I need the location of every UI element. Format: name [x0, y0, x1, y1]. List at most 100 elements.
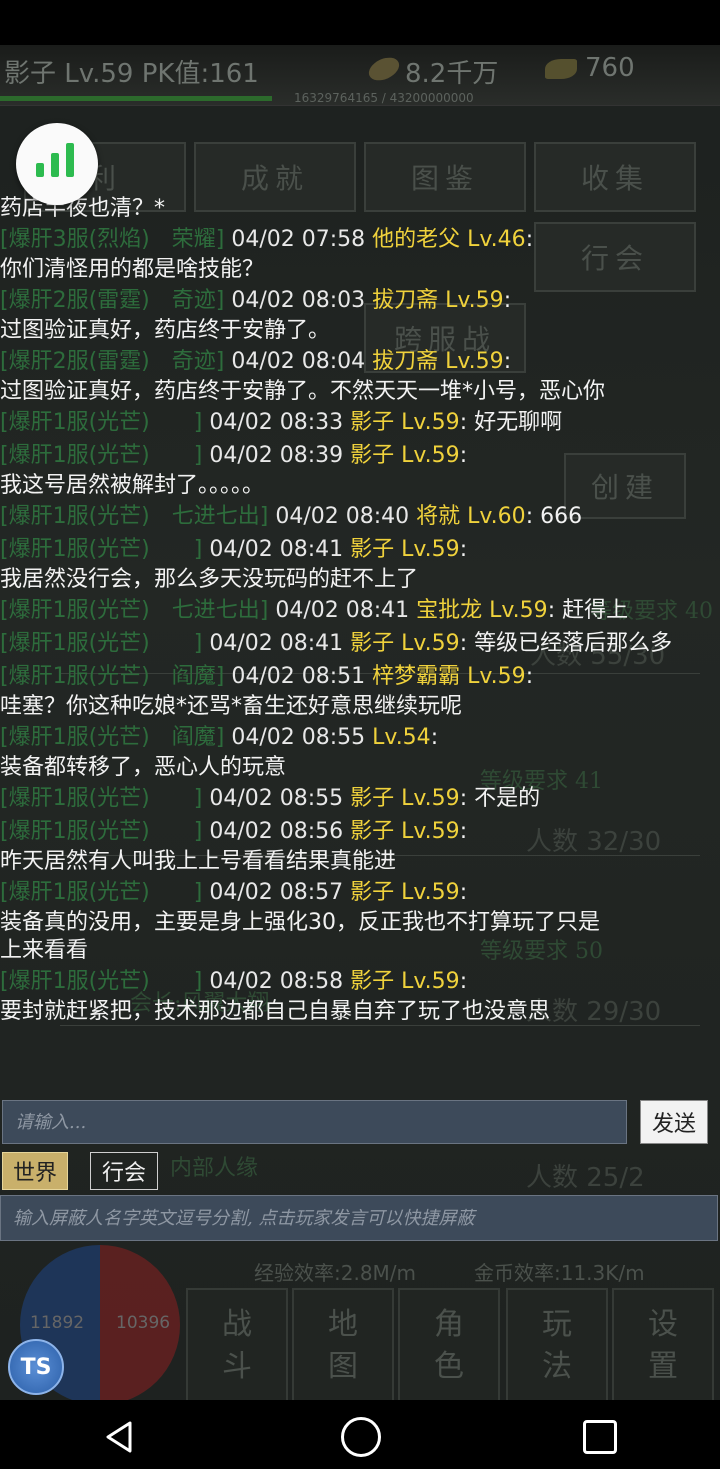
chat-message-header[interactable]: [爆肝1服(光芒) 阎魔] 04/02 08:51 梓梦霸霸 Lv.59: — [0, 660, 672, 693]
nav-label: 图 — [328, 1349, 358, 1384]
chat-message-header[interactable]: [爆肝1服(光芒) ] 04/02 08:57 影子 Lv.59: — [0, 876, 672, 909]
back-icon[interactable] — [104, 1420, 134, 1454]
tab-guild-chat[interactable]: 行会 — [90, 1152, 158, 1190]
chat-server-tag: [爆肝1服(光芒) ] — [0, 443, 203, 468]
chat-timestamp: 04/02 08:41 — [202, 537, 351, 562]
chat-message-header[interactable]: [爆肝1服(光芒) ] 04/02 08:41 影子 Lv.59: 等级已经落后… — [0, 627, 672, 660]
chat-player-name[interactable]: 他的老父 Lv.46 — [372, 227, 526, 252]
chat-player-name[interactable]: Lv.54 — [372, 725, 431, 750]
game-screen: 影子 Lv.59 PK值:161 8.2千万 760 16329764165 /… — [0, 45, 720, 1400]
chat-message-header[interactable]: [爆肝3服(烈焰) 荣耀] 04/02 07:58 他的老父 Lv.46: — [0, 223, 672, 256]
chat-server-tag: [爆肝1服(光芒) 七进七出] — [0, 598, 269, 623]
nav-label: 玩 — [542, 1307, 572, 1342]
chat-server-tag: [爆肝1服(光芒) ] — [0, 410, 203, 435]
nav-map-button[interactable]: 地 图 — [292, 1288, 394, 1400]
chat-input-row: 请输入... 发送 — [0, 1098, 720, 1150]
chat-message-text: 药店半夜也清？* — [0, 196, 166, 221]
chat-message-text: 过图验证真好，药店终于安静了。不然天天一堆*小号，恶心你 — [0, 379, 606, 404]
ingot-amount: 760 — [585, 53, 635, 83]
chat-player-name[interactable]: 影子 Lv.59 — [350, 880, 460, 905]
chat-player-name[interactable]: 拔刀斋 Lv.59 — [372, 349, 504, 374]
chat-message-text: 你们清怪用的都是啥技能？ — [0, 257, 265, 282]
chat-inline-text: : — [525, 664, 534, 689]
chat-server-tag: [爆肝2服(雷霆) 奇迹] — [0, 349, 225, 374]
nav-label: 设 — [648, 1307, 678, 1342]
hp-value: 11892 — [30, 1313, 85, 1333]
chat-message-header[interactable]: [爆肝1服(光芒) ] 04/02 08:55 影子 Lv.59: 不是的 — [0, 782, 672, 815]
nav-battle-button[interactable]: 战 斗 — [186, 1288, 288, 1400]
chat-inline-text: : 等级已经落后那么多 — [459, 631, 673, 656]
chat-message-text: 上来看看 — [0, 938, 89, 963]
chat-input[interactable]: 请输入... — [2, 1100, 627, 1144]
player-info: 影子 Lv.59 PK值:161 — [4, 59, 259, 89]
chat-message-header[interactable]: [爆肝1服(光芒) ] 04/02 08:58 影子 Lv.59: — [0, 965, 672, 998]
chat-inline-text: : — [459, 819, 468, 844]
block-input[interactable]: 输入屏蔽人名字英文逗号分割, 点击玩家发言可以快捷屏蔽 — [0, 1195, 718, 1241]
chat-timestamp: 04/02 08:33 — [202, 410, 351, 435]
chat-message-text: 哇塞？你这种吃娘*还骂*畜生还好意思继续玩呢 — [0, 694, 463, 719]
nav-label: 斗 — [222, 1349, 252, 1384]
chat-message-header[interactable]: [爆肝1服(光芒) ] 04/02 08:33 影子 Lv.59: 好无聊啊 — [0, 406, 672, 439]
mp-value: 10396 — [116, 1313, 171, 1333]
chat-message-header[interactable]: [爆肝1服(光芒) 七进七出] 04/02 08:40 将就 Lv.60: 66… — [0, 500, 672, 533]
chat-player-name[interactable]: 宝批龙 Lv.59 — [416, 598, 548, 623]
chat-inline-text: : 666 — [525, 504, 583, 529]
chat-player-name[interactable]: 拔刀斋 Lv.59 — [372, 288, 504, 313]
home-icon[interactable] — [341, 1417, 381, 1457]
send-button[interactable]: 发送 — [640, 1100, 708, 1144]
nav-label: 角 — [434, 1307, 464, 1342]
chat-timestamp: 04/02 08:41 — [202, 631, 351, 656]
chat-inline-text: : — [503, 349, 512, 374]
chat-server-tag: [爆肝1服(光芒) ] — [0, 786, 203, 811]
chat-server-tag: [爆肝1服(光芒) ] — [0, 969, 203, 994]
chat-message-text: 昨天居然有人叫我上上号看看结果真能进 — [0, 849, 397, 874]
chat-message-header[interactable]: [爆肝1服(光芒) 七进七出] 04/02 08:41 宝批龙 Lv.59: 赶… — [0, 594, 672, 627]
nav-label: 地 — [328, 1307, 358, 1342]
chat-inline-text: : 赶得上 — [547, 598, 629, 623]
chat-message-header[interactable]: [爆肝1服(光芒) ] 04/02 08:41 影子 Lv.59: — [0, 533, 672, 566]
nav-gameplay-button[interactable]: 玩 法 — [506, 1288, 608, 1400]
chat-message-header[interactable]: [爆肝2服(雷霆) 奇迹] 04/02 08:04 拔刀斋 Lv.59: — [0, 345, 672, 378]
chat-timestamp: 04/02 08:51 — [224, 664, 373, 689]
chat-timestamp: 04/02 08:39 — [202, 443, 351, 468]
chat-log[interactable]: 药店半夜也清？* [爆肝3服(烈焰) 荣耀] 04/02 07:58 他的老父 L… — [0, 195, 720, 1142]
system-nav-bar — [0, 1400, 720, 1469]
chat-timestamp: 04/02 07:58 — [224, 227, 373, 252]
chat-inline-text: : — [459, 969, 468, 994]
tab-world[interactable]: 世界 — [2, 1152, 68, 1190]
chat-inline-text: : — [525, 227, 534, 252]
ts-badge-icon[interactable]: TS — [8, 1339, 64, 1395]
chat-player-name[interactable]: 影子 Lv.59 — [350, 631, 460, 656]
chat-inline-text: : — [459, 537, 468, 562]
gold-rate: 金币效率:11.3K/m — [474, 1261, 645, 1285]
chat-server-tag: [爆肝2服(雷霆) 奇迹] — [0, 288, 225, 313]
chat-player-name[interactable]: 影子 Lv.59 — [350, 537, 460, 562]
ingot-icon — [545, 59, 577, 79]
chat-timestamp: 04/02 08:03 — [224, 288, 373, 313]
chat-player-name[interactable]: 将就 Lv.60 — [416, 504, 526, 529]
gold-icon — [365, 53, 403, 85]
chat-player-name[interactable]: 影子 Lv.59 — [350, 443, 460, 468]
exp-rate: 经验效率:2.8M/m — [254, 1261, 417, 1285]
signal-bar-icon — [51, 153, 59, 177]
chat-timestamp: 04/02 08:40 — [268, 504, 417, 529]
chat-message-header[interactable]: [爆肝1服(光芒) ] 04/02 08:56 影子 Lv.59: — [0, 815, 672, 848]
chat-message-header[interactable]: [爆肝2服(雷霆) 奇迹] 04/02 08:03 拔刀斋 Lv.59: — [0, 284, 672, 317]
chat-player-name[interactable]: 梓梦霸霸 Lv.59 — [372, 664, 526, 689]
chat-message-text: 要封就赶紧把，技术那边都自己自暴自弃了玩了也没意思 — [0, 999, 551, 1024]
signal-float-button[interactable] — [16, 123, 98, 205]
chat-timestamp: 04/02 08:55 — [202, 786, 351, 811]
chat-message-text: 我居然没行会，那么多天没玩码的赶不上了 — [0, 567, 419, 592]
chat-message-header[interactable]: [爆肝1服(光芒) 阎魔] 04/02 08:55 Lv.54: — [0, 721, 672, 754]
chat-server-tag: [爆肝1服(光芒) 七进七出] — [0, 504, 269, 529]
nav-settings-button[interactable]: 设 置 — [612, 1288, 714, 1400]
chat-player-name[interactable]: 影子 Lv.59 — [350, 786, 460, 811]
chat-server-tag: [爆肝3服(烈焰) 荣耀] — [0, 227, 225, 252]
chat-message-header[interactable]: [爆肝1服(光芒) ] 04/02 08:39 影子 Lv.59: — [0, 439, 672, 472]
chat-player-name[interactable]: 影子 Lv.59 — [350, 969, 460, 994]
recent-apps-icon[interactable] — [583, 1420, 617, 1454]
chat-player-name[interactable]: 影子 Lv.59 — [350, 410, 460, 435]
nav-character-button[interactable]: 角 色 — [398, 1288, 500, 1400]
nav-label: 色 — [434, 1349, 464, 1384]
chat-player-name[interactable]: 影子 Lv.59 — [350, 819, 460, 844]
